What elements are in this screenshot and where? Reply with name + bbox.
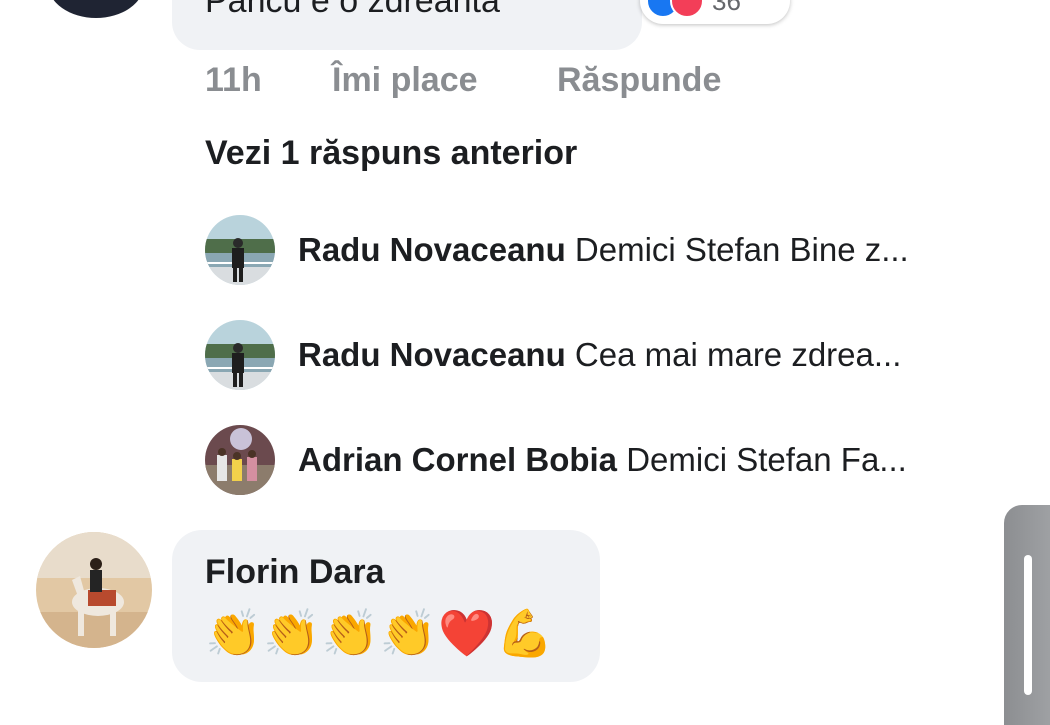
reply-author-name[interactable]: Radu Novaceanu xyxy=(298,336,566,373)
commenter-name[interactable]: Florin Dara xyxy=(205,553,384,592)
reaction-count: 36 xyxy=(712,0,741,16)
reply-text: Radu Novaceanu Cea mai mare zdrea... xyxy=(298,336,901,374)
reply-text: Radu Novaceanu Demici Stefan Bine z... xyxy=(298,231,909,269)
reply-snippet: Cea mai mare zdrea... xyxy=(574,336,902,373)
commenter-avatar[interactable] xyxy=(36,532,152,648)
comment-timestamp[interactable]: 11h xyxy=(205,61,262,100)
reply-comment-button[interactable]: Răspunde xyxy=(557,61,721,100)
reply-row[interactable] xyxy=(205,215,275,285)
reply-author-name[interactable]: Adrian Cornel Bobia xyxy=(298,441,617,478)
reply-avatar[interactable] xyxy=(205,215,275,285)
scrollbar[interactable] xyxy=(1004,505,1050,725)
view-previous-replies-link[interactable]: Vezi 1 răspuns anterior xyxy=(205,134,577,173)
reply-snippet: Demici Stefan Fa... xyxy=(626,441,907,478)
reply-row[interactable] xyxy=(205,320,275,390)
like-comment-button[interactable]: Îmi place xyxy=(332,61,478,100)
reply-avatar[interactable] xyxy=(205,320,275,390)
reply-row[interactable] xyxy=(205,425,275,495)
reply-snippet: Demici Stefan Bine z... xyxy=(574,231,909,268)
reactions-summary[interactable]: 36 xyxy=(640,0,790,24)
love-reaction-icon xyxy=(670,0,704,18)
comment-emoji-text: 👏👏👏👏❤️💪 xyxy=(205,606,555,660)
scrollbar-thumb[interactable] xyxy=(1024,555,1032,695)
comment-text: Pancu e o zdreanta xyxy=(205,0,500,20)
reply-text: Adrian Cornel Bobia Demici Stefan Fa... xyxy=(298,441,907,479)
reply-author-name[interactable]: Radu Novaceanu xyxy=(298,231,566,268)
commenter-avatar[interactable] xyxy=(48,0,144,18)
reply-avatar[interactable] xyxy=(205,425,275,495)
